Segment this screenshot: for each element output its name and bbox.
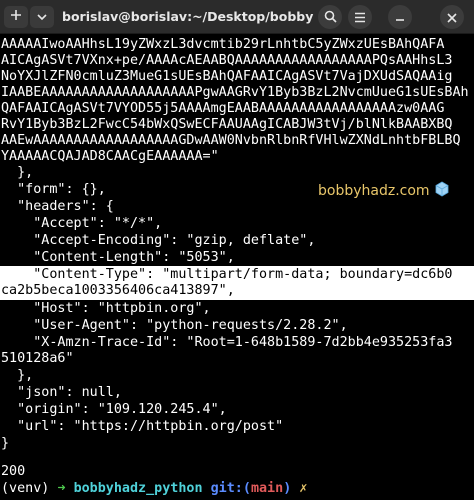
output-line: 510128a6" <box>1 351 74 366</box>
output-line: "Accept-Encoding": "gzip, deflate", <box>1 233 316 248</box>
new-tab-icon <box>10 9 22 25</box>
venv-label: (venv) <box>1 481 50 496</box>
output-line: "Content-Type": "multipart/form-data; bo… <box>1 267 453 282</box>
watermark-text: bobbyhadz.com <box>318 183 430 199</box>
status-code: 200 <box>1 464 26 479</box>
prompt-arrow-icon: ➜ <box>57 481 66 496</box>
minimize-icon <box>395 8 405 27</box>
tab-dropdown-button[interactable] <box>30 6 54 28</box>
output-line: "origin": "109.120.245.4", <box>1 402 227 417</box>
output-line: "url": "https://httpbin.org/post" <box>1 419 284 434</box>
output-line: }, <box>1 165 34 180</box>
output-line: QAFAAICAgASVt7VYOD55j5AAAAmgEAABAAAAAAAA… <box>1 101 445 116</box>
shell-prompt: (venv) ➜ bobbyhadz_python git:(main) ✗ <box>1 481 307 497</box>
output-line: "json": null, <box>1 385 122 400</box>
output-line: "Content-Length": "5053", <box>1 250 235 265</box>
search-button[interactable] <box>318 5 342 29</box>
output-line: "Accept": "*/*", <box>1 216 163 231</box>
output-line: AICAgASVt7VXnx+pe/AAAAcAEAABQAAAAAAAAAAA… <box>1 53 453 68</box>
output-line: }, <box>1 368 34 383</box>
output-line: "X-Amzn-Trace-Id": "Root=1-648b1589-7d2b… <box>1 335 453 350</box>
output-line: "User-Agent": "python-requests/2.28.2", <box>1 318 348 333</box>
watermark: bobbyhadz.com <box>318 181 450 199</box>
prompt-git-close: ) <box>283 481 292 496</box>
menu-button[interactable] <box>348 5 372 29</box>
output-line: NoYXJlZFN0cmluZ3MueG1sUEsBAhQAFAAICAgASV… <box>1 69 453 84</box>
search-icon <box>324 8 337 27</box>
dirty-marker-icon: ✗ <box>299 481 308 496</box>
output-line: ca2b5beca1003356406ca413897", <box>1 283 235 298</box>
output-line: "Host": "httpbin.org", <box>1 301 211 316</box>
output-line: AAEwAAAAAAAAAAAAAAAAAAGDwAAW0NvbnRlbnRfV… <box>1 133 461 148</box>
prompt-git-label: git:( <box>210 481 251 496</box>
output-line: "form": {}, <box>1 182 106 197</box>
prompt-directory: bobbyhadz_python <box>73 481 203 496</box>
close-button[interactable] <box>440 5 464 29</box>
title-bar: borislav@borislav:~/Desktop/bobbyhadz_..… <box>0 0 474 34</box>
output-line: } <box>1 436 10 451</box>
output-line: "headers": { <box>1 199 114 214</box>
dropdown-icon <box>37 10 47 25</box>
new-tab-button[interactable] <box>4 6 28 28</box>
output-line: IAABEAAAAAAAAAAAAAAAAAAAPgwAAGRvY1Byb3Bz… <box>1 85 469 100</box>
minimize-button[interactable] <box>388 5 412 29</box>
output-line: YAAAAACQAJAD8CAACgEAAAAAA=" <box>1 149 219 164</box>
terminal-output[interactable]: AAAAAIwoAAHhsL19yZWxzL3dvcmtib29rLnhtbC5… <box>0 35 474 500</box>
prompt-branch: main <box>250 481 284 496</box>
output-line: AAAAAIwoAAHhsL19yZWxzL3dvcmtib29rLnhtbC5… <box>1 37 445 52</box>
output-line: RvY1Byb3BzL2FwcC54bWxQSwECFAAUAAgICABJW3… <box>1 117 453 132</box>
menu-icon <box>354 8 366 27</box>
window-title: borislav@borislav:~/Desktop/bobbyhadz_..… <box>62 9 314 24</box>
terminal-window: borislav@borislav:~/Desktop/bobbyhadz_..… <box>0 0 474 500</box>
close-icon <box>447 8 457 27</box>
cube-icon <box>434 181 450 201</box>
